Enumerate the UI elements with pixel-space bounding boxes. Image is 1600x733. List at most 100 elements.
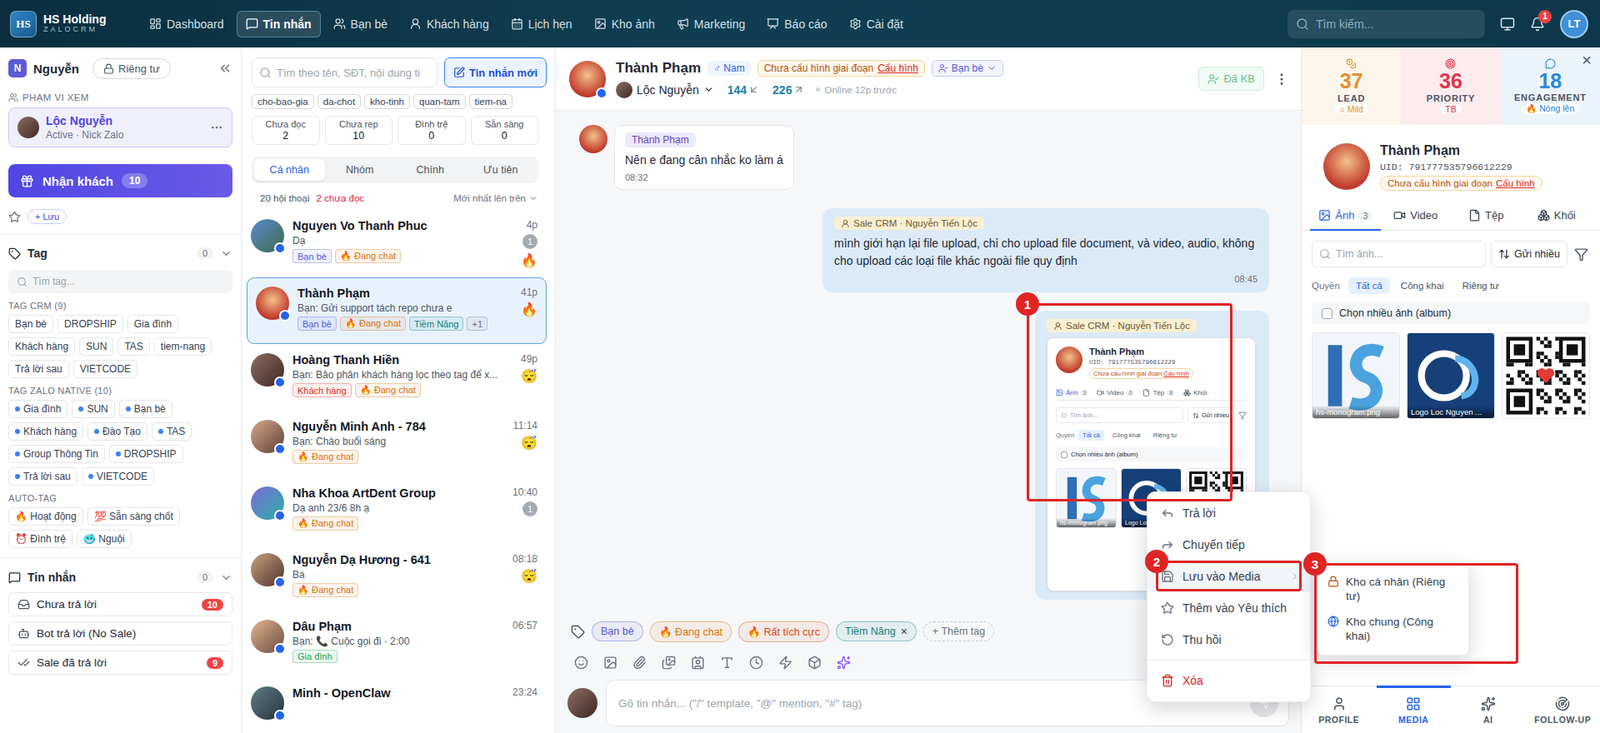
tool-icon[interactable] [603,655,618,670]
tag-chip[interactable]: DROPSHIP [57,315,124,334]
friend-status-button[interactable]: Đã KB [1198,66,1265,91]
menu-item[interactable]: Thu hồi [1147,624,1310,656]
message-filter[interactable]: Bot trả lời (No Sale) [8,621,233,646]
tag-chip[interactable]: DROPSHIP [109,445,184,464]
tool-icon[interactable] [632,655,647,670]
collapse-icon[interactable] [217,60,233,76]
tag-chip[interactable]: Trả lời sau [8,360,70,379]
privacy-button[interactable]: Riêng tư [92,58,171,80]
scope-filter[interactable]: Công khai [1393,277,1452,295]
scope-filter[interactable]: Tất cả [1348,277,1390,295]
nav-item[interactable]: Tin nhắn [236,10,321,38]
media-tab[interactable]: Video [1380,202,1452,231]
chat-tag[interactable]: 🔥 Rất tích cực [738,621,830,643]
tag-chip[interactable]: 🔥 Hoạt động [8,507,84,526]
conversation-item[interactable]: Nguyễn Minh Anh - 784Bạn: Chào buổi sáng… [241,410,547,478]
global-search[interactable]: Tìm kiếm... [1287,10,1485,39]
tag-chip[interactable]: Trả lời sau [8,467,78,486]
tag-chip[interactable]: Khách hàng [8,422,84,441]
filter-icon[interactable] [1574,247,1589,262]
conversation-tab[interactable]: Chính [395,159,466,181]
nav-item[interactable]: Lịch hẹn [501,10,582,38]
menu-item[interactable]: Xóa [1147,665,1310,697]
bottom-tab[interactable]: FOLLOW-UP [1525,685,1600,733]
more-icon[interactable] [1274,71,1290,87]
new-message-button[interactable]: Tin nhắn mới [444,57,547,88]
conversation-item[interactable]: Nguyễn Dạ Hương - 641Ba🔥 Đang chat08:18😴 [241,544,547,611]
conversation-tab[interactable]: Cá nhân [254,159,325,181]
filter-chip[interactable]: cho-bao-gia [251,94,315,110]
tag-search[interactable]: Tìm tag... [8,270,233,294]
tag-chip[interactable]: SUN [71,400,115,419]
tag-chip[interactable]: Bạn bè [8,315,54,334]
profile-stage[interactable]: Chưa cấu hình giai đoạnCấu hình [1380,175,1543,191]
conversation-item[interactable]: Minh - OpenClaw23:24 [241,677,547,733]
tool-icon[interactable] [749,655,764,670]
filter-chip[interactable]: tiem-na [469,94,513,110]
tag-header[interactable]: Tag0 [8,243,233,264]
album-checkbox[interactable]: Chọn nhiều ảnh (album) [1311,302,1590,325]
message-outgoing[interactable]: Sale CRM · Nguyễn Tiến Lộcmình giới hạn … [822,208,1270,293]
tag-chip[interactable]: VIETCODE [81,467,155,486]
user-avatar[interactable]: LT [1560,10,1589,39]
menu-item[interactable]: Lưu vào Media [1147,560,1310,593]
nav-item[interactable]: Bạn bè [324,10,397,38]
message-filter[interactable]: Sale đã trả lời9 [8,650,233,675]
tag-chip[interactable]: Bạn bè [119,400,173,419]
monitor-icon[interactable] [1500,16,1515,32]
brand[interactable]: HSHS HoldingZALOCRM [10,10,135,38]
conversation-item[interactable]: Nha Khoa ArtDent GroupDạ anh 23/6 8h ạ🔥 … [241,477,547,545]
stat-box[interactable]: Chưa đọc2 [251,115,320,145]
tag-chip[interactable]: Đào Tạo [87,422,148,441]
stat-box[interactable]: Đình trệ0 [397,115,466,145]
filter-chip[interactable]: kho-tinh [364,94,410,110]
media-tab[interactable]: Tệp [1450,202,1522,231]
tag-chip[interactable]: 🥶 Nguội [76,530,132,549]
score-card[interactable]: 37LEAD○ Mild [1301,47,1401,125]
stage-chip[interactable]: Chưa cấu hình giai đoạnCấu hình [757,60,925,77]
conversation-item[interactable]: Thành PhạmBạn: Gửi support tách repo chư… [246,277,547,345]
messages-header[interactable]: Tin nhắn0 [8,567,233,588]
tag-chip[interactable]: Gia đình [127,315,179,334]
media-thumbnail[interactable]: hs-monogram.png [1055,468,1117,529]
conversation-item[interactable]: Nguyen Vo Thanh PhucDạBạn bè🔥 Đang chat4… [241,210,547,278]
chat-tag[interactable]: Tiềm Năng× [835,621,917,642]
conversation-item[interactable]: Dâu PhạmBạn: 📞 Cuộc gọi đi · 2:00Gia đìn… [241,610,547,678]
remove-tag[interactable]: × [900,625,908,638]
tool-icon[interactable] [574,655,589,670]
conversation-item[interactable]: Hoàng Thanh HiềnBạn: Bảo phân khách hàng… [241,344,547,411]
tag-chip[interactable]: Gia đình [8,400,68,419]
tag-chip[interactable]: TAS [151,422,192,441]
owner-select[interactable]: Lộc Nguyễn [615,81,715,99]
scope-card[interactable]: Lộc NguyễnActive · Nick Zalo [8,107,233,148]
tool-icon[interactable] [661,655,676,670]
media-thumbnail[interactable]: Logo Loc Nguyen ... [1406,332,1495,420]
scope-filter[interactable]: Riêng tư [1455,277,1507,295]
tool-icon[interactable] [720,655,735,670]
tag-chip[interactable]: ⏰ Đình trệ [8,530,73,549]
menu-item[interactable]: Trả lời [1147,497,1310,530]
tag-chip[interactable]: Khách hàng [8,337,75,356]
media-thumbnail[interactable]: hs-monogram.png [1311,332,1400,420]
tag-chip[interactable]: TAS [117,337,150,356]
tool-icon[interactable] [778,655,793,670]
chat-tag[interactable]: 🔥 Đang chat [650,621,732,643]
tag-chip[interactable]: VIETCODE [73,360,138,379]
message-filter[interactable]: Chưa trả lời10 [8,592,233,617]
menu-item[interactable]: Thêm vào Yêu thích [1147,592,1310,625]
nav-item[interactable]: Cài đặt [840,10,913,38]
filter-chip[interactable]: quan-tam [413,94,466,110]
chat-avatar[interactable] [569,60,606,98]
tool-icon[interactable] [807,655,822,670]
tool-icon[interactable] [690,655,705,670]
stat-box[interactable]: Sẵn sàng0 [470,115,540,145]
bottom-tab[interactable]: PROFILE [1301,685,1377,733]
sort-select[interactable]: Mới nhất lên trên [453,193,539,204]
score-card[interactable]: 36PRIORITYTB [1400,47,1500,125]
tag-chip[interactable]: 💯 Sẵn sàng chốt [87,507,180,526]
conversation-search[interactable]: Tìm theo tên, SĐT, nội dung ti [251,57,438,88]
more-icon[interactable] [210,120,224,135]
nav-item[interactable]: Kho ảnh [585,10,665,38]
bottom-tab[interactable]: MEDIA [1376,685,1452,733]
stat-box[interactable]: Chưa rep10 [325,115,394,145]
